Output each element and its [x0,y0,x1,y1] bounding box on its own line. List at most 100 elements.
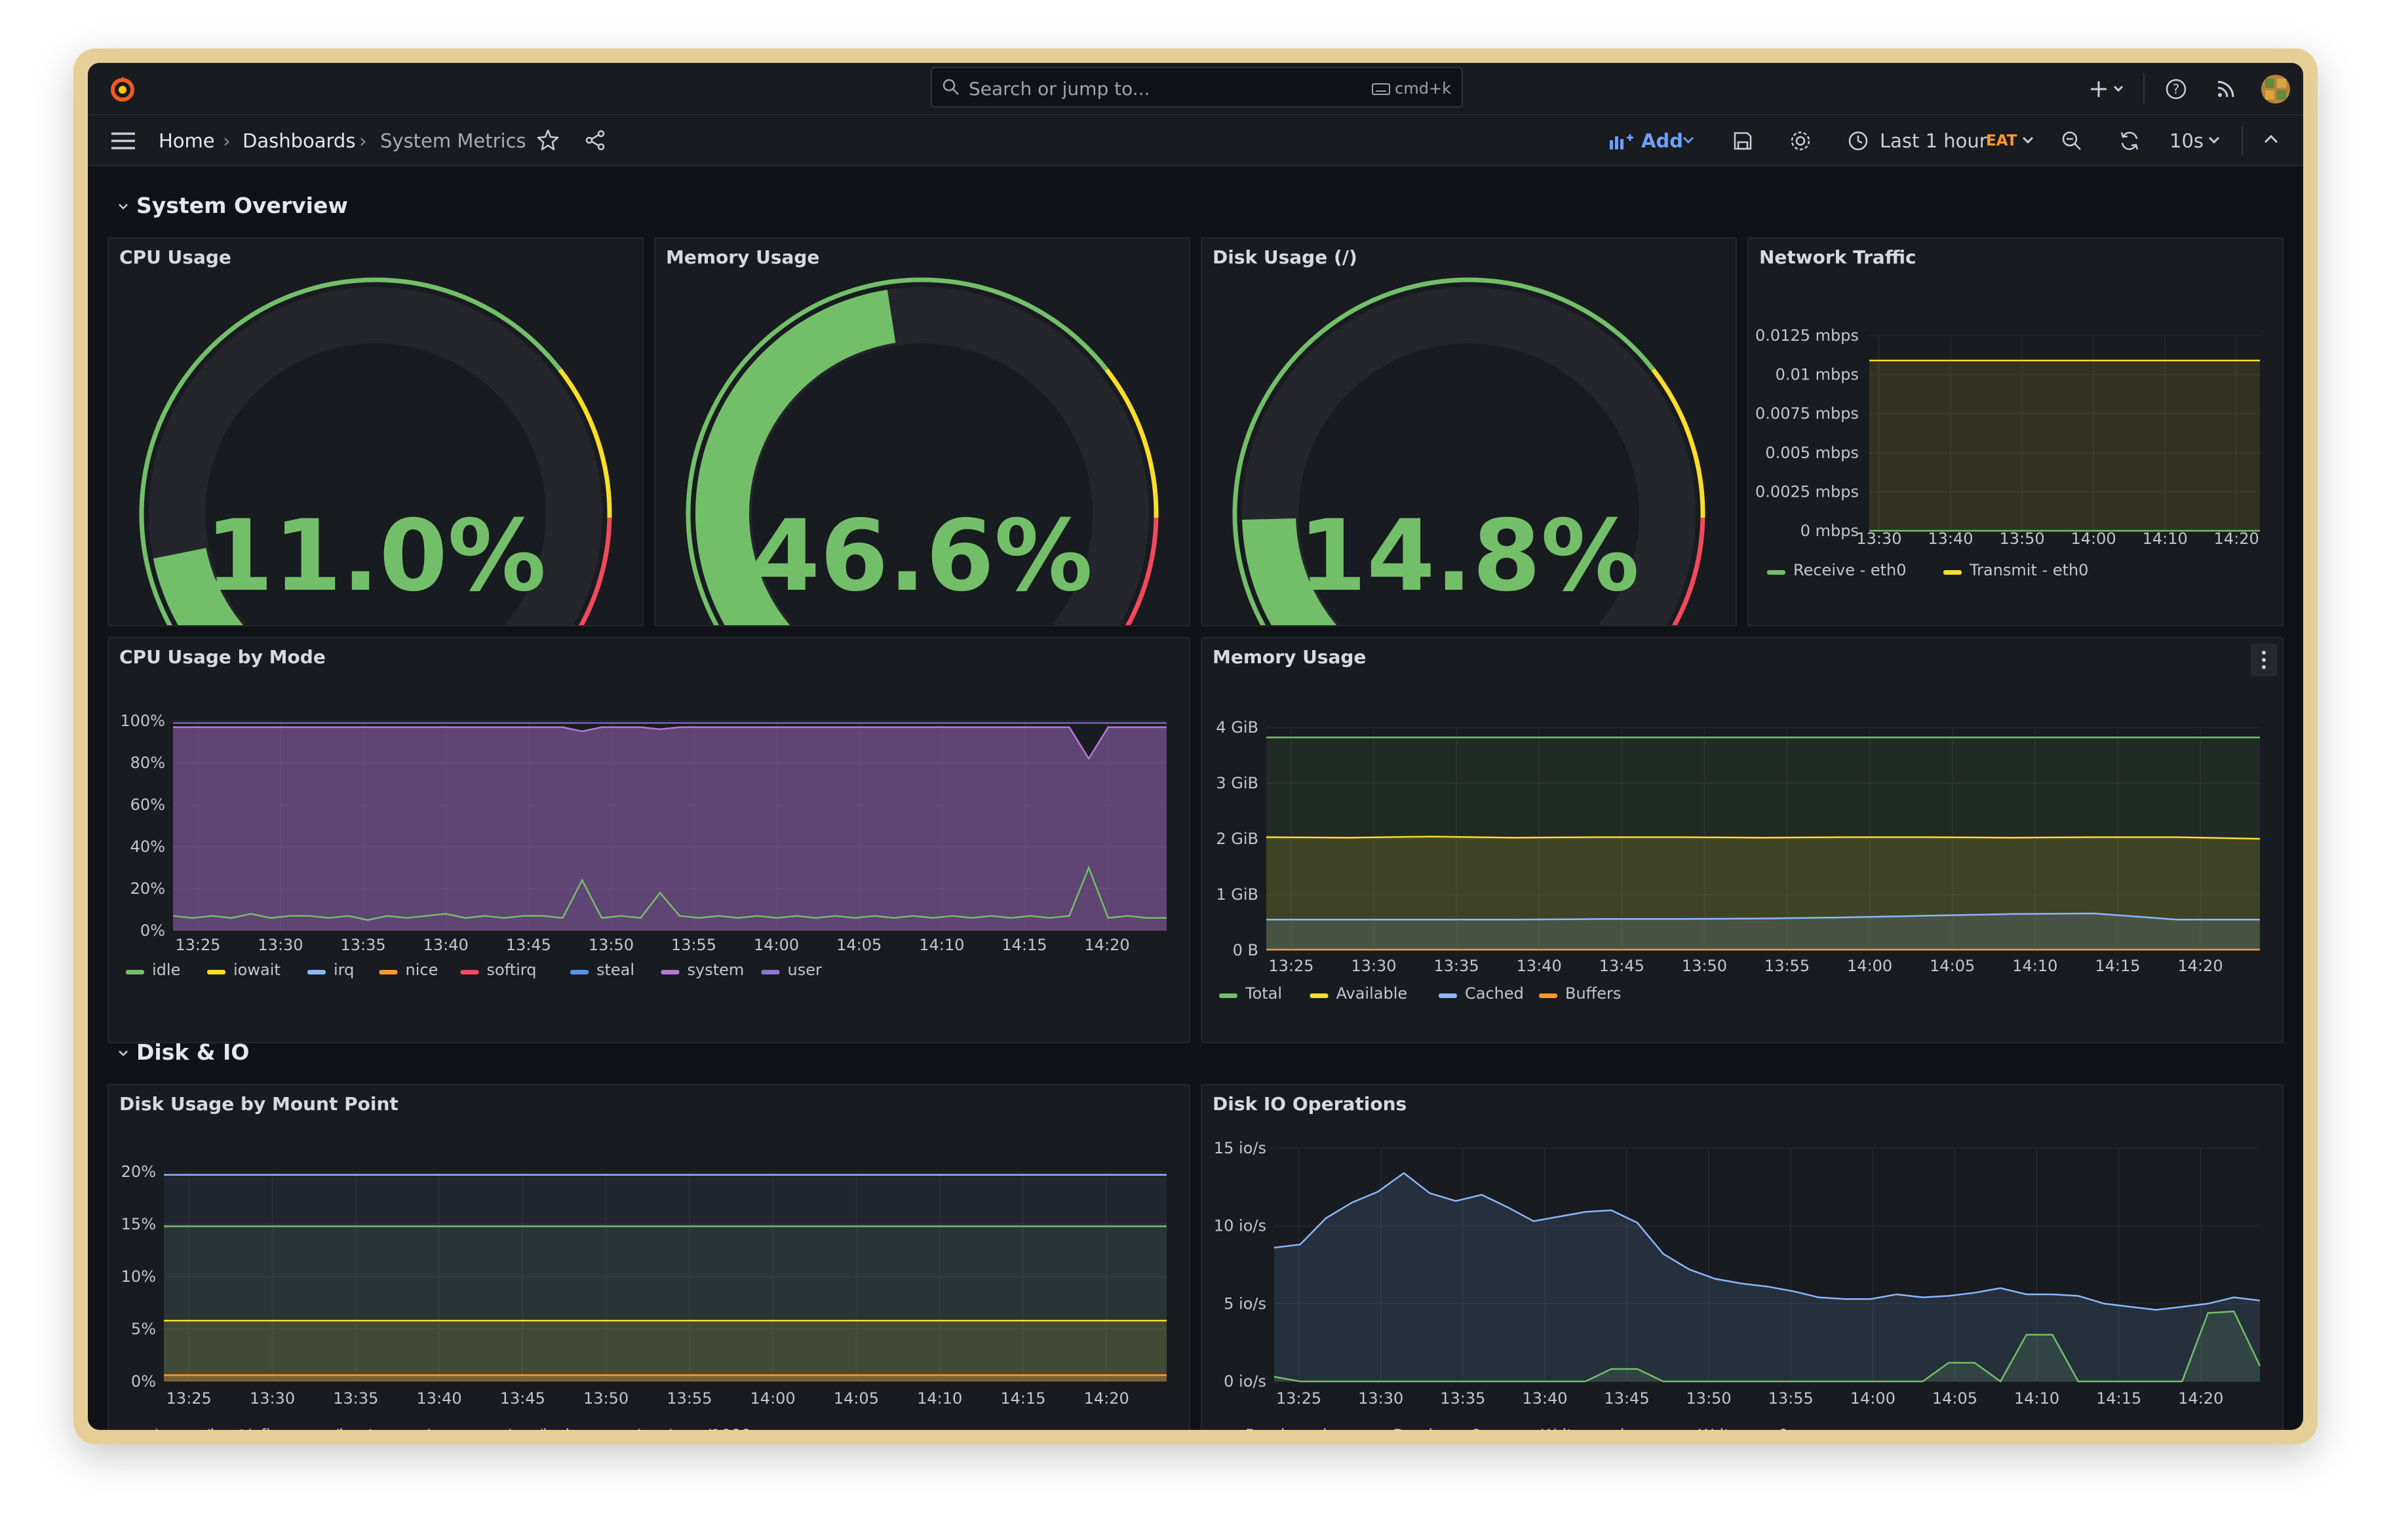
chevron-down-icon[interactable] [1682,135,1695,145]
legend-label: /run/user/1000 [634,1426,751,1430]
boot-efi-series-area [164,1320,1167,1381]
y-tick-label: 40% [130,837,165,856]
menu-icon[interactable] [110,130,136,152]
x-tick-label: 13:25 [1276,1389,1321,1408]
breadcrumb-current: System Metrics [380,130,526,152]
x-tick-label: 13:25 [166,1389,212,1408]
x-tick-label: 14:10 [2012,957,2057,975]
breadcrumb-separator: › [223,130,231,152]
x-tick-label: 14:00 [1850,1389,1895,1408]
search-shortcut-text: cmd+k [1395,79,1451,98]
section-title-overview[interactable]: System Overview [136,193,348,218]
x-tick-label: 13:35 [1434,957,1479,975]
x-tick-label: 13:30 [1358,1389,1403,1408]
share-icon[interactable] [583,128,607,152]
disk-usage-panel[interactable]: Disk Usage (/) 14.8% [1201,237,1737,626]
memory-usage-timeseries-panel[interactable]: Memory Usage 4 GiB 3 GiB 2 GiB 1 GiB 0 B 13:2… [1201,637,2284,1043]
add-button[interactable]: Add [1641,130,1683,152]
settings-gear-icon[interactable] [1788,128,1813,153]
legend-label: iowait [233,961,281,979]
breadcrumb-dashboards[interactable]: Dashboards [243,130,355,152]
y-tick-label: 0.01 mbps [1776,366,1859,384]
breadcrumb-home[interactable]: Home [159,130,215,152]
user-avatar[interactable] [2260,73,2291,105]
svg-text:?: ? [2173,81,2180,97]
collapse-chevron-icon[interactable] [117,1049,130,1059]
x-tick-label: 13:45 [1599,957,1644,975]
legend-swatch [379,970,398,974]
breadcrumb-separator: › [359,130,367,152]
legend-label: Total [1245,984,1282,1003]
news-feed-icon[interactable] [2214,77,2238,101]
y-tick-label: 0.005 mbps [1765,444,1859,462]
legend-label: user [788,961,822,979]
x-tick-label: 13:35 [333,1389,378,1408]
x-tick-label: 13:30 [250,1389,295,1408]
top-bar: Search or jump to... cmd+k ? [88,63,2303,115]
y-tick-label: 0.0075 mbps [1755,404,1859,423]
x-tick-label: 13:50 [1686,1389,1732,1408]
grafana-logo-icon[interactable] [107,74,138,104]
search-input[interactable]: Search or jump to... cmd+k [931,67,1463,107]
zoom-out-icon[interactable] [2061,130,2083,152]
memory-gauge-value: 46.6% [751,499,1093,613]
network-traffic-panel[interactable]: Network Traffic 0.0125 mbps 0.01 mbps 0.00… [1747,237,2284,626]
x-tick-label: 14:20 [2178,1389,2223,1408]
legend-swatch [207,970,225,974]
legend-label: /run [425,1426,456,1430]
legend-swatch [761,970,780,974]
refresh-icon[interactable] [2118,130,2141,152]
clock-icon[interactable] [1847,130,1869,152]
chevron-down-icon[interactable] [2021,135,2034,145]
x-tick-label: 14:05 [1930,957,1975,975]
x-tick-label: 14:00 [2071,529,2116,548]
x-tick-label: 13:50 [1999,529,2044,548]
save-dashboard-icon[interactable] [1732,130,1754,152]
legend-swatch [1943,570,1962,575]
x-tick-label: 13:45 [506,936,551,954]
x-tick-label: 13:30 [258,936,303,954]
legend-label: /boot/efi [205,1426,271,1430]
x-tick-label: 14:00 [750,1389,796,1408]
help-icon[interactable]: ? [2164,77,2188,101]
disk-io-chart: 15 io/s 10 io/s 5 io/s 0 io/s 13:25 13:30 13:3… [1214,1139,2261,1430]
legend-label: Cached [1465,984,1524,1003]
y-tick-label: 0% [131,1372,156,1391]
memory-usage-gauge-panel[interactable]: Memory Usage 46.6% [654,237,1190,626]
legend-label: Reads - sda [1245,1426,1336,1430]
x-tick-label: 14:10 [2014,1389,2059,1408]
cpu-usage-panel[interactable]: CPU Usage 11.0% [107,237,644,626]
section-title-disk-io[interactable]: Disk & IO [136,1039,249,1065]
new-dropdown-icon[interactable] [2087,76,2130,102]
disk-usage-by-mount-panel[interactable]: Disk Usage by Mount Point 20% 15% 10% 5% 0% 1… [107,1084,1190,1430]
y-tick-label: 60% [130,796,165,814]
y-tick-label: 10 io/s [1214,1217,1266,1235]
user-series-area [173,727,1167,931]
y-tick-label: 20% [121,1163,156,1181]
y-tick-label: 15% [121,1215,156,1233]
chevron-up-icon[interactable] [2263,132,2280,147]
divider [2242,126,2243,155]
legend-swatch [1539,993,1557,998]
cpu-usage-by-mode-panel[interactable]: CPU Usage by Mode 100% 80% 60% 40% 20% 0% 13:2… [107,637,1190,1043]
x-tick-label: 13:55 [671,936,716,954]
legend-label: steal [596,961,634,979]
star-icon[interactable] [536,128,560,152]
add-panel-icon[interactable] [1608,131,1635,151]
chevron-down-icon[interactable] [2207,135,2221,145]
x-tick-label: 13:45 [1604,1389,1649,1408]
collapse-chevron-icon[interactable] [117,202,130,212]
x-tick-label: 14:20 [2214,529,2259,548]
x-tick-label: 14:10 [2143,529,2188,548]
y-tick-label: 100% [120,712,165,730]
run-series-area [164,1375,1167,1381]
x-tick-label: 13:30 [1856,529,1901,548]
x-tick-label: 14:10 [919,936,964,954]
x-tick-label: 14:05 [836,936,882,954]
time-range-picker[interactable]: Last 1 hour [1880,130,1987,152]
legend-label: / [152,1426,158,1430]
legend-label: irq [334,961,354,979]
disk-io-operations-panel[interactable]: Disk IO Operations 15 io/s 10 io/s 5 io/s 0… [1201,1084,2284,1430]
nav-bar: Home › Dashboards › System Metrics Add L… [88,115,2303,166]
refresh-interval-picker[interactable]: 10s [2169,130,2204,152]
